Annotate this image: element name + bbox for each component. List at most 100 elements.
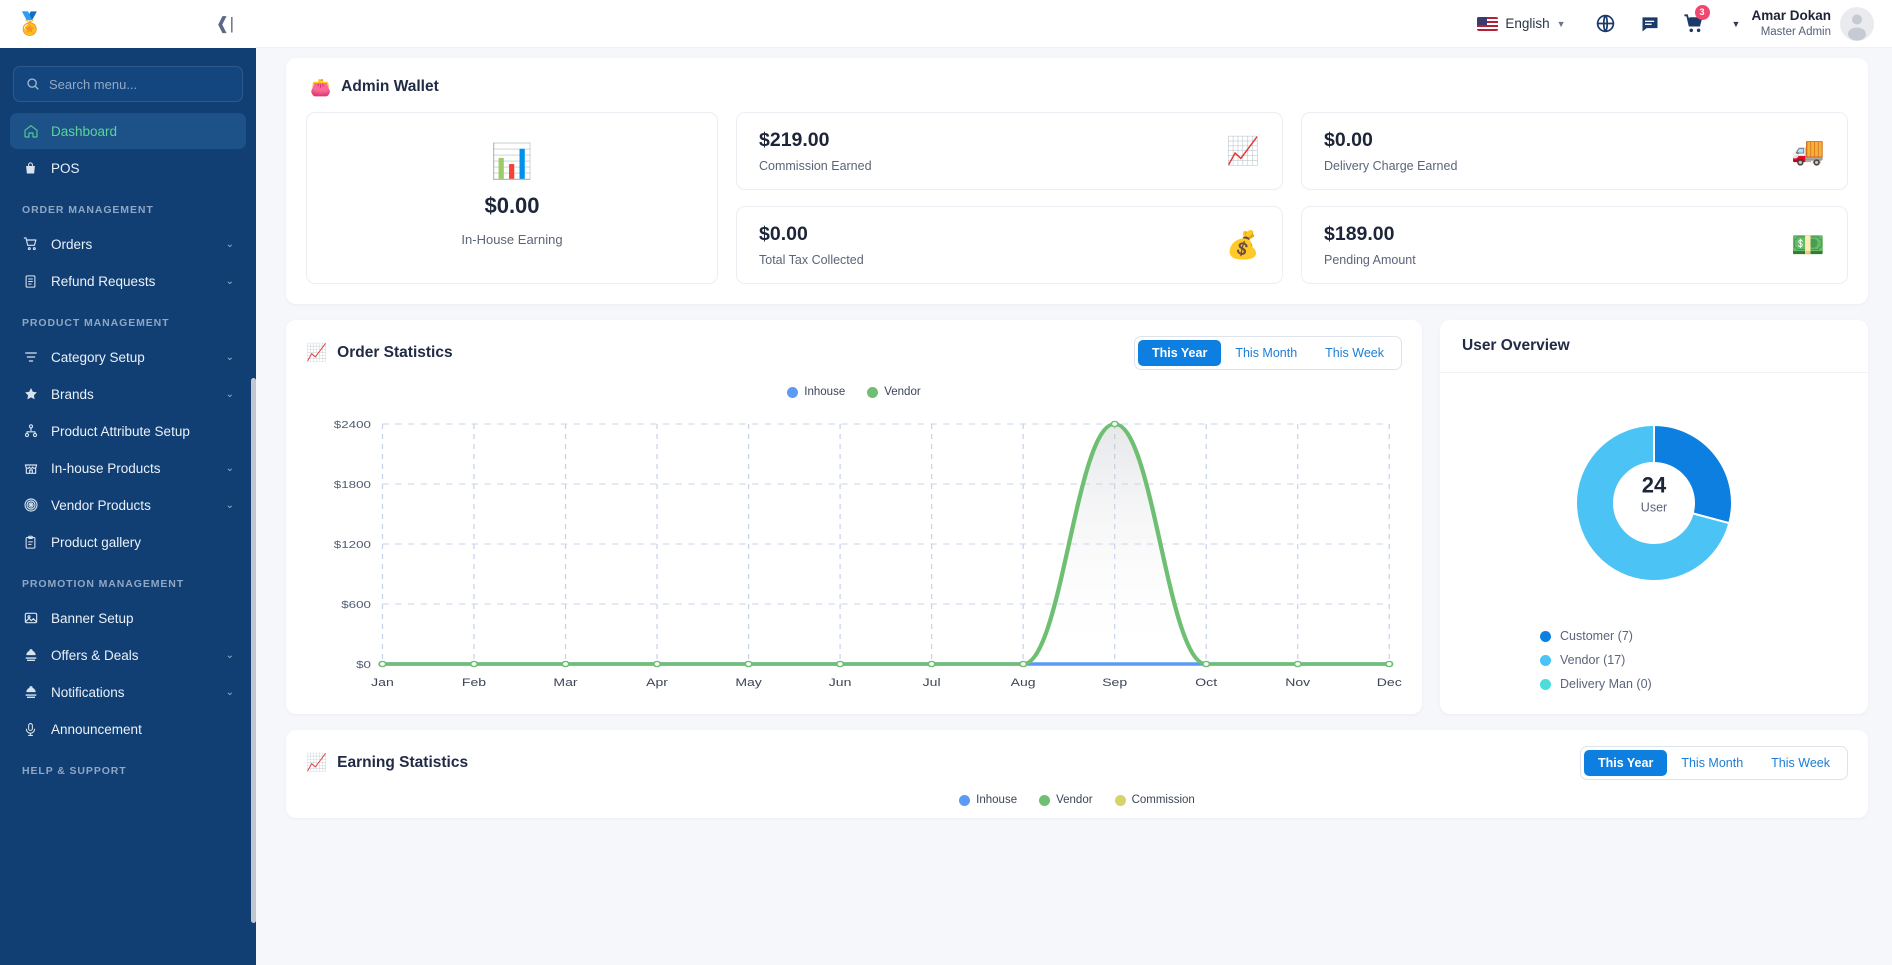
pending-amount-label: Pending Amount [1324, 253, 1416, 267]
wallet-grid: 📊 $0.00 In-House Earning $219.00 Commiss… [306, 112, 1848, 284]
order-statistics-header: 📈 Order Statistics This Year This Month … [306, 336, 1402, 370]
svg-text:Sep: Sep [1102, 676, 1127, 688]
sidebar-item-label: In-house Products [51, 460, 161, 476]
language-label: English [1505, 16, 1550, 31]
sidebar-item-refund-requests[interactable]: Refund Requests ⌄ [10, 263, 246, 299]
chevron-down-icon: ▼ [1556, 18, 1566, 29]
legend-label-vendor-users: Vendor (17) [1560, 653, 1626, 667]
legend-item-vendor[interactable]: Vendor [867, 386, 921, 398]
collapse-sidebar-icon[interactable]: ❰| [215, 15, 234, 32]
legend-item-vendor-users[interactable]: Vendor (17) [1540, 653, 1868, 667]
tab-this-year-orders[interactable]: This Year [1137, 340, 1222, 366]
sidebar-item-category-setup[interactable]: Category Setup ⌄ [10, 339, 246, 375]
sidebar-item-label: Banner Setup [51, 610, 134, 626]
sidebar-item-label: Offers & Deals [51, 647, 139, 663]
search-box[interactable] [13, 66, 243, 102]
svg-text:Oct: Oct [1195, 676, 1217, 688]
legend-item-earning-vendor[interactable]: Vendor [1039, 794, 1093, 806]
admin-wallet-panel: 👛 Admin Wallet 📊 $0.00 In-House Earning … [286, 58, 1868, 304]
sidebar-item-pos[interactable]: POS [10, 150, 246, 186]
legend-item-earning-inhouse[interactable]: Inhouse [959, 794, 1017, 806]
chevron-down-icon: ⌄ [225, 275, 234, 287]
sidebar-nav: Dashboard POS ORDER MANAGEMENT Orders ⌄ Refun… [0, 113, 256, 786]
sidebar-item-announcement[interactable]: Announcement [10, 711, 246, 747]
svg-text:$600: $600 [341, 598, 371, 610]
delivery-charge-earned-card: $0.00 Delivery Charge Earned 🚚 [1301, 112, 1848, 190]
sidebar-item-vendor-products[interactable]: Vendor Products ⌄ [10, 487, 246, 523]
legend-dot-vendor [867, 386, 879, 398]
search-icon [27, 78, 39, 90]
flag-usa-icon [1477, 16, 1499, 31]
svg-text:$2400: $2400 [334, 418, 372, 430]
rosette-badge-icon[interactable]: 🏅 [16, 12, 43, 35]
chevron-down-icon: ⌄ [225, 351, 234, 363]
avatar[interactable] [1840, 6, 1874, 41]
total-tax-collected-amount: $0.00 [759, 223, 808, 245]
legend-label-delivery-man: Delivery Man (0) [1560, 677, 1652, 691]
chart-icon: 📈 [306, 753, 328, 772]
sidebar-section-title: ORDER MANAGEMENT [22, 204, 154, 216]
user-overview-donut[interactable]: 24 User [1440, 373, 1868, 611]
tab-this-month-earning[interactable]: This Month [1667, 750, 1757, 776]
sidebar-item-label: Vendor Products [51, 497, 151, 513]
legend-item-earning-commission[interactable]: Commission [1114, 794, 1195, 806]
home-icon [22, 123, 39, 139]
profile-caret-icon: ▼ [1731, 18, 1741, 29]
message-icon[interactable] [1628, 0, 1672, 48]
image-icon [22, 610, 39, 626]
sidebar-item-in-house-products[interactable]: In-house Products ⌄ [10, 450, 246, 486]
sidebar-section-title: PRODUCT MANAGEMENT [22, 317, 170, 329]
sidebar-item-brands[interactable]: Brands ⌄ [10, 376, 246, 412]
svg-text:Jan: Jan [371, 676, 394, 688]
sidebar-item-banner-setup[interactable]: Banner Setup [10, 600, 246, 636]
legend-label-earning-commission: Commission [1131, 794, 1195, 806]
order-chart-legend: Inhouse Vendor [306, 386, 1402, 398]
user-overview-legend: Customer (7) Vendor (17) Delivery Man (0… [1440, 611, 1868, 711]
sidebar-section-title: PROMOTION MANAGEMENT [22, 578, 185, 590]
earning-statistics-header: 📈 Earning Statistics This Year This Mont… [306, 746, 1848, 780]
profile-menu[interactable]: ▼ Amar Dokan Master Admin [1716, 6, 1874, 41]
legend-dot-earning-commission [1114, 794, 1126, 806]
commission-earned-amount: $219.00 [759, 129, 830, 151]
globe-icon[interactable] [1584, 0, 1628, 48]
cart-icon[interactable]: 3 [1672, 0, 1716, 48]
inhouse-earning-card: 📊 $0.00 In-House Earning [306, 112, 718, 284]
sidebar-item-dashboard[interactable]: Dashboard [10, 113, 246, 149]
user-overview-title: User Overview [1462, 337, 1570, 354]
svg-text:Jul: Jul [923, 676, 941, 688]
bag-icon [22, 161, 39, 176]
legend-item-inhouse[interactable]: Inhouse [787, 386, 845, 398]
sidebar-item-label: Announcement [51, 721, 142, 737]
app-shell: DashboardPOSORDER MANAGEMENTOrders⌄Refun… [0, 48, 1892, 965]
legend-label-vendor: Vendor [884, 386, 921, 398]
profile-role: Master Admin [1760, 25, 1831, 38]
tab-this-month-orders[interactable]: This Month [1221, 340, 1311, 366]
tab-this-year-earning[interactable]: This Year [1583, 750, 1668, 776]
earning-statistics-title-group: 📈 Earning Statistics [306, 753, 468, 773]
sidebar-scrollbar[interactable] [251, 378, 256, 923]
svg-text:Dec: Dec [1377, 676, 1402, 688]
legend-item-customer[interactable]: Customer (7) [1540, 629, 1868, 643]
order-statistics-chart[interactable]: $0 $600 $1200 $1800 $2400 Jan Feb Mar Apr May Jun J… [306, 412, 1402, 702]
sidebar-item-label: Refund Requests [51, 273, 156, 289]
legend-item-delivery-man[interactable]: Delivery Man (0) [1540, 677, 1868, 691]
sidebar-item-product-attribute-setup[interactable]: Product Attribute Setup [10, 413, 246, 449]
tab-this-week-orders[interactable]: This Week [1311, 340, 1398, 366]
legend-dot-customer [1540, 630, 1551, 642]
star-icon [22, 386, 39, 402]
sidebar-search-wrap [0, 48, 256, 112]
sidebar-item-label: Notifications [51, 684, 125, 700]
fingerprint-icon [22, 497, 39, 513]
search-input[interactable] [49, 76, 230, 92]
tab-this-week-earning[interactable]: This Week [1757, 750, 1844, 776]
svg-text:Feb: Feb [462, 676, 486, 688]
sidebar-item-product-gallery[interactable]: Product gallery [10, 524, 246, 560]
order-statistics-range-tabs: This Year This Month This Week [1133, 336, 1402, 370]
sidebar-item-orders[interactable]: Orders ⌄ [10, 226, 246, 262]
svg-text:Nov: Nov [1285, 676, 1311, 688]
sidebar-item-notifications[interactable]: Notifications ⌄ [10, 674, 246, 710]
sidebar-content: DashboardPOSORDER MANAGEMENTOrders⌄Refun… [0, 48, 256, 796]
sidebar-item-offers-deals[interactable]: Offers & Deals ⌄ [10, 637, 246, 673]
language-selector[interactable]: English ▼ [1459, 0, 1583, 48]
chevron-down-icon: ⌄ [225, 649, 234, 661]
